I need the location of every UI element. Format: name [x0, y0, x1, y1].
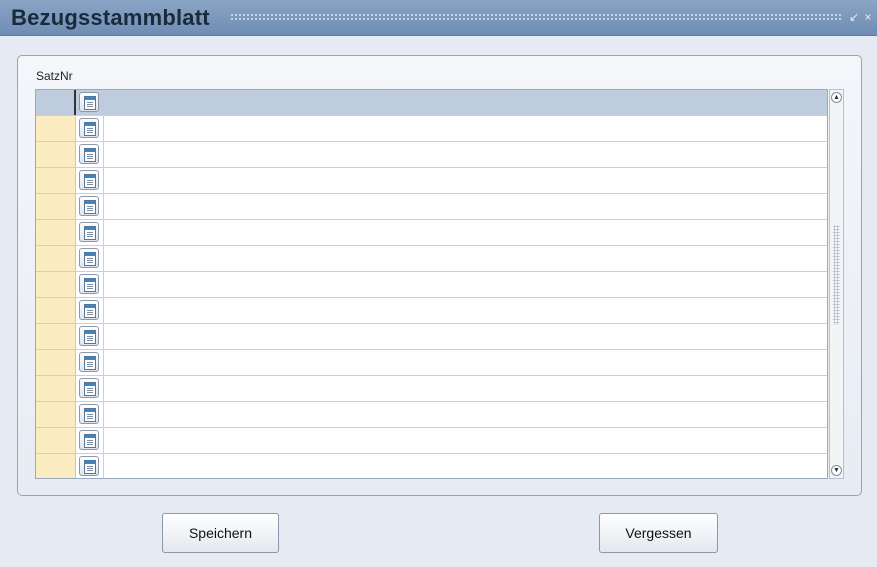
table-row[interactable]: [36, 402, 827, 428]
row-value-cell[interactable]: [103, 402, 827, 427]
row-detail-cell: [77, 142, 104, 167]
table-row[interactable]: [36, 272, 827, 298]
minimize-icon[interactable]: ↙: [848, 10, 860, 24]
row-detail-cell: [77, 350, 104, 375]
row-number-cell[interactable]: [36, 402, 76, 427]
row-value-cell[interactable]: [103, 324, 827, 349]
table-row[interactable]: [36, 220, 827, 246]
row-detail-cell: [77, 246, 104, 271]
record-grid: [35, 89, 828, 479]
row-value-cell[interactable]: [103, 168, 827, 193]
table-row[interactable]: [36, 428, 827, 454]
row-value-cell[interactable]: [103, 220, 827, 245]
row-detail-cell: [77, 428, 104, 453]
record-detail-icon[interactable]: [79, 196, 99, 216]
record-detail-icon[interactable]: [79, 274, 99, 294]
row-detail-cell: [77, 116, 104, 141]
save-button[interactable]: Speichern: [162, 513, 279, 553]
row-number-cell[interactable]: [36, 298, 76, 323]
record-detail-icon[interactable]: [79, 326, 99, 346]
row-value-cell[interactable]: [103, 246, 827, 271]
row-value-cell[interactable]: [103, 116, 827, 141]
table-row[interactable]: [36, 194, 827, 220]
record-detail-icon[interactable]: [79, 404, 99, 424]
titlebar-grip: [230, 13, 842, 22]
row-value-cell[interactable]: [103, 428, 827, 453]
table-row[interactable]: [36, 350, 827, 376]
record-detail-icon[interactable]: [79, 300, 99, 320]
record-detail-icon[interactable]: [79, 430, 99, 450]
row-number-cell[interactable]: [36, 116, 76, 141]
row-value-cell[interactable]: [103, 272, 827, 297]
cancel-button[interactable]: Vergessen: [599, 513, 718, 553]
row-number-cell[interactable]: [36, 272, 76, 297]
row-number-cell[interactable]: [36, 90, 76, 115]
row-number-cell[interactable]: [36, 376, 76, 401]
row-detail-cell: [77, 220, 104, 245]
row-detail-cell: [77, 90, 103, 115]
row-detail-cell: [77, 376, 104, 401]
table-row[interactable]: [36, 116, 827, 142]
row-value-cell[interactable]: [103, 90, 827, 115]
row-detail-cell: [77, 194, 104, 219]
table-row[interactable]: [36, 246, 827, 272]
table-row[interactable]: [36, 454, 827, 478]
row-detail-cell: [77, 298, 104, 323]
row-number-cell[interactable]: [36, 454, 76, 478]
record-detail-icon[interactable]: [79, 248, 99, 268]
vertical-scrollbar[interactable]: ▲ ▼: [829, 89, 844, 479]
row-detail-cell: [77, 168, 104, 193]
table-row[interactable]: [36, 298, 827, 324]
row-value-cell[interactable]: [103, 454, 827, 478]
record-detail-icon[interactable]: [79, 222, 99, 242]
row-number-cell[interactable]: [36, 168, 76, 193]
row-number-cell[interactable]: [36, 220, 76, 245]
row-number-cell[interactable]: [36, 194, 76, 219]
row-number-cell[interactable]: [36, 350, 76, 375]
row-number-cell[interactable]: [36, 428, 76, 453]
row-number-cell[interactable]: [36, 324, 76, 349]
table-row[interactable]: [36, 142, 827, 168]
row-value-cell[interactable]: [103, 142, 827, 167]
scroll-down-icon[interactable]: ▼: [831, 465, 842, 476]
close-icon[interactable]: ×: [862, 10, 874, 24]
row-detail-cell: [77, 454, 104, 478]
row-number-cell[interactable]: [36, 142, 76, 167]
record-detail-icon[interactable]: [79, 378, 99, 398]
row-value-cell[interactable]: [103, 194, 827, 219]
row-value-cell[interactable]: [103, 298, 827, 323]
column-label-satznr: SatzNr: [36, 69, 73, 83]
record-detail-icon[interactable]: [79, 144, 99, 164]
record-detail-icon[interactable]: [79, 170, 99, 190]
row-value-cell[interactable]: [103, 376, 827, 401]
table-row[interactable]: [36, 324, 827, 350]
record-detail-icon[interactable]: [79, 352, 99, 372]
row-number-cell[interactable]: [36, 246, 76, 271]
record-detail-icon[interactable]: [79, 118, 99, 138]
record-detail-icon[interactable]: [79, 456, 99, 476]
row-detail-cell: [77, 402, 104, 427]
window-title: Bezugsstammblatt: [11, 5, 210, 30]
row-detail-cell: [77, 272, 104, 297]
row-value-cell[interactable]: [103, 350, 827, 375]
table-row[interactable]: [36, 90, 827, 116]
table-row[interactable]: [36, 376, 827, 402]
table-row[interactable]: [36, 168, 827, 194]
scroll-thumb[interactable]: [833, 225, 840, 325]
window-titlebar: Bezugsstammblatt ↙ ×: [0, 0, 877, 36]
record-detail-icon[interactable]: [79, 92, 99, 112]
row-detail-cell: [77, 324, 104, 349]
scroll-up-icon[interactable]: ▲: [831, 92, 842, 103]
